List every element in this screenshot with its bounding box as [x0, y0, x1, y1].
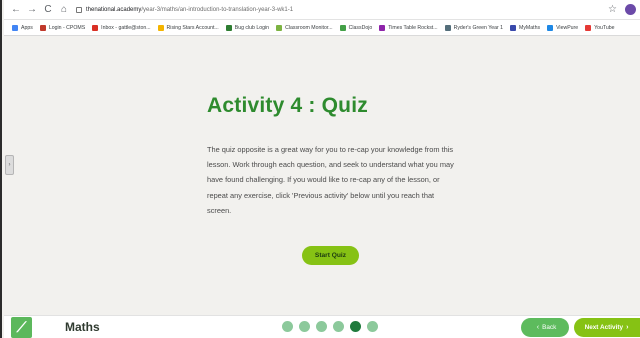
bookmark-favicon-icon	[339, 24, 346, 31]
progress-dot-active[interactable]	[350, 321, 361, 332]
bookmark-item[interactable]: Ryder's Green Year 1	[444, 24, 503, 31]
bookmark-item[interactable]: ViewPure	[547, 24, 578, 31]
back-button[interactable]: ‹ Back	[521, 318, 569, 337]
home-icon[interactable]: ⌂	[58, 4, 70, 16]
bookmark-item[interactable]: Rising Stars Account...	[157, 24, 219, 31]
bookmark-item[interactable]: YouTube	[585, 24, 615, 31]
back-arrow-icon[interactable]: ←	[10, 4, 22, 16]
bookmark-favicon-icon	[379, 24, 386, 31]
bookmark-item[interactable]: Login - CPOMS	[39, 24, 85, 31]
url-field[interactable]: thenational.academy/year-3/maths/an-intr…	[76, 3, 608, 17]
bookmark-item[interactable]: Classroom Monitor...	[276, 24, 333, 31]
bookmark-item[interactable]: Bug club Login	[225, 24, 269, 31]
bookmarks-bar: Apps Login - CPOMS Inbox - gattle@ston..…	[4, 20, 640, 36]
bookmark-item[interactable]: Times Table Rockst...	[379, 24, 438, 31]
lesson-footer: ⟋ Maths ‹ Back Next Activity ›	[4, 315, 640, 338]
bookmark-item[interactable]: Apps	[12, 24, 33, 31]
profile-avatar[interactable]	[625, 4, 636, 15]
bookmark-star-icon[interactable]: ☆	[608, 4, 617, 15]
subject-label: Maths	[65, 320, 100, 334]
bookmark-favicon-icon	[444, 24, 451, 31]
side-panel-handle[interactable]: ›	[5, 155, 14, 175]
progress-dot[interactable]	[367, 321, 378, 332]
page: ← → C ⌂ thenational.academy/year-3/maths…	[0, 0, 640, 338]
progress-dot[interactable]	[316, 321, 327, 332]
activity-panel: Activity 4 : Quiz The quiz opposite is a…	[207, 94, 467, 218]
star-favicon-icon	[157, 24, 164, 31]
forward-arrow-icon[interactable]: →	[26, 4, 38, 16]
apps-grid-icon	[12, 24, 18, 31]
activity-description: The quiz opposite is a great way for you…	[207, 145, 454, 215]
url-domain: thenational.academy	[86, 6, 142, 13]
progress-dot[interactable]	[299, 321, 310, 332]
bookmark-favicon-icon	[547, 24, 554, 31]
chevron-left-icon: ‹	[536, 324, 540, 331]
progress-dot[interactable]	[333, 321, 344, 332]
bookmark-item[interactable]: ClassDojo	[339, 24, 372, 31]
oak-logo-icon[interactable]: ⟋	[11, 317, 32, 338]
next-activity-button[interactable]: Next Activity ›	[574, 318, 640, 337]
lock-icon	[76, 6, 82, 13]
url-path: /year-3/maths/an-introduction-to-transla…	[141, 6, 294, 13]
bookmark-favicon-icon	[225, 24, 232, 31]
youtube-icon	[585, 24, 592, 31]
chevron-right-icon: ›	[626, 324, 629, 331]
progress-dot[interactable]	[282, 321, 293, 332]
bookmark-favicon-icon	[276, 24, 283, 31]
progress-dots	[282, 321, 384, 332]
bookmark-item[interactable]: MyMaths	[510, 24, 540, 31]
page-title: Activity 4 : Quiz	[207, 94, 368, 117]
start-quiz-button[interactable]: Start Quiz	[302, 246, 359, 265]
bookmark-item[interactable]: Inbox - gattle@ston...	[92, 24, 151, 31]
reload-icon[interactable]: C	[42, 4, 54, 16]
address-bar: ← → C ⌂ thenational.academy/year-3/maths…	[4, 0, 640, 20]
gmail-icon	[92, 24, 99, 31]
chevron-right-icon: ›	[8, 162, 11, 168]
bookmark-favicon-icon	[39, 24, 46, 31]
bookmark-favicon-icon	[510, 24, 517, 31]
